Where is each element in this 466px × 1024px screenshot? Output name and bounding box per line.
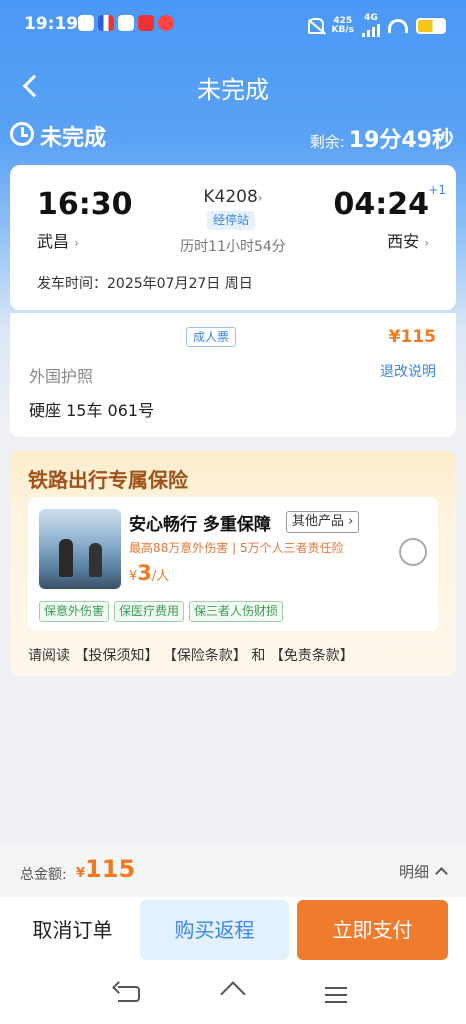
gift-notification-icon	[138, 15, 154, 31]
net-speed: 425 KB/s	[331, 16, 354, 35]
insurance-terms-link[interactable]: 【保险条款】	[163, 648, 247, 664]
pay-now-button[interactable]: 立即支付	[297, 900, 448, 960]
departure-date: 发车时间：2025年07月27日 周日	[37, 276, 253, 292]
signal-icon	[362, 23, 380, 37]
net-type: 4G	[362, 14, 380, 37]
insurance-product[interactable]: 安心畅行 多重保障 其他产品 › 最高88万意外伤害 | 5万个人三者责任险 ¥…	[28, 497, 438, 631]
price-detail-label: 明细	[398, 863, 429, 881]
status-bar: 19:19 425 KB/s 4G	[0, 0, 466, 50]
chevron-right-icon: ›	[257, 191, 263, 205]
wifi-icon	[388, 18, 408, 33]
travelers-image	[39, 509, 121, 589]
price-detail-toggle[interactable]: 明细	[398, 861, 448, 882]
app-notification-icon	[118, 15, 134, 31]
insurance-card: 铁路出行专属保险 安心畅行 多重保障 其他产品 › 最高88万意外伤害 | 5万…	[10, 451, 456, 676]
id-document-type: 外国护照	[29, 367, 94, 386]
system-back-icon[interactable]	[118, 986, 140, 1002]
insurance-terms-notice: 请阅读 【投保须知】 【保险条款】 和 【免责条款】	[28, 645, 354, 665]
train-info-card: 16:30 K4208› 经停站 历时11小时54分 04:24 +1 武昌 ›…	[10, 165, 456, 310]
total-amount: ¥115	[76, 855, 135, 883]
seat-info: 硬座 15车 061号	[29, 401, 155, 420]
notification-icons	[78, 15, 174, 31]
system-home-icon[interactable]	[221, 983, 245, 1003]
insurance-product-name: 安心畅行 多重保障	[129, 515, 271, 535]
insurance-price-unit: /人	[151, 569, 170, 584]
total-label: 总金额:	[20, 867, 67, 883]
mute-icon	[307, 17, 324, 34]
other-products-button[interactable]: 其他产品 ›	[286, 511, 360, 533]
remaining-label: 剩余:	[309, 133, 345, 151]
insurance-notice-link[interactable]: 【投保须知】	[74, 648, 158, 664]
battery-icon	[416, 17, 446, 34]
coverage-tag: 保意外伤害	[39, 601, 110, 622]
total-currency: ¥	[76, 866, 86, 881]
checkout-bar: 总金额: ¥115 明细 取消订单 购买返程 立即支付	[0, 845, 466, 970]
total-amount-value: 115	[85, 855, 136, 883]
ticket-price: ¥115	[388, 327, 436, 347]
arrival-time: 04:24	[333, 187, 430, 222]
order-status: 未完成	[40, 126, 107, 151]
status-right: 425 KB/s 4G	[307, 14, 446, 37]
system-navigation-bar	[0, 970, 466, 1024]
insurance-select-radio[interactable]	[399, 538, 427, 566]
other-products-label: 其他产品	[292, 514, 345, 529]
system-menu-icon[interactable]	[325, 987, 347, 1003]
insurance-price-value: 3	[137, 561, 152, 585]
refund-policy-link[interactable]: 退改说明	[380, 361, 436, 381]
total-row: 总金额: ¥115 明细	[0, 845, 466, 897]
remaining-value: 19分49秒	[348, 128, 454, 153]
coverage-tag: 保医疗费用	[114, 601, 185, 622]
exemption-terms-link[interactable]: 【免责条款】	[270, 648, 354, 664]
coverage-tag: 保三者人伤财损	[189, 601, 284, 622]
train-number-label: K4208	[203, 187, 258, 207]
coverage-tags: 保意外伤害 保医疗费用 保三者人伤财损	[39, 601, 284, 622]
passenger-ticket-card: 成人票 ¥115 外国护照 退改说明 硬座 15车 061号	[10, 313, 456, 437]
map-pin-notification-icon	[158, 15, 174, 31]
cancel-order-button[interactable]: 取消订单	[10, 900, 135, 960]
ticket-type-badge: 成人票	[186, 327, 237, 347]
flag-notification-icon	[98, 15, 114, 31]
insurance-section-title: 铁路出行专属保险	[28, 468, 188, 492]
insurance-coverage: 最高88万意外伤害 | 5万个人三者责任险	[129, 541, 344, 555]
page-title: 未完成	[197, 76, 269, 104]
departure-station[interactable]: 武昌 ›	[37, 228, 79, 252]
chevron-right-icon: ›	[74, 236, 79, 250]
nav-bar: 未完成	[0, 60, 466, 110]
net-speed-unit: KB/s	[331, 24, 354, 35]
clock-time: 19:19	[24, 14, 79, 34]
insurance-price: ¥3/人	[129, 561, 169, 585]
departure-station-label: 武昌	[37, 232, 70, 251]
chevron-right-icon: ›	[424, 236, 429, 250]
app-notification-icon	[78, 15, 94, 31]
conjunction-text: 和	[251, 648, 266, 664]
arrival-station-label: 西安	[387, 232, 420, 251]
day-offset-badge: +1	[428, 183, 446, 197]
via-stations-button[interactable]: 经停站	[207, 211, 256, 230]
read-prefix: 请阅读	[28, 648, 70, 664]
chevron-right-icon: ›	[344, 514, 354, 529]
net-type-label: 4G	[364, 13, 378, 23]
order-status-row: 未完成 剩余: 19分49秒	[10, 118, 456, 154]
buy-return-button[interactable]: 购买返程	[140, 900, 289, 960]
arrival-station[interactable]: 西安 ›	[387, 228, 429, 252]
remaining-time: 剩余: 19分49秒	[310, 122, 454, 154]
chevron-up-icon	[435, 867, 448, 880]
clock-icon	[10, 122, 34, 146]
